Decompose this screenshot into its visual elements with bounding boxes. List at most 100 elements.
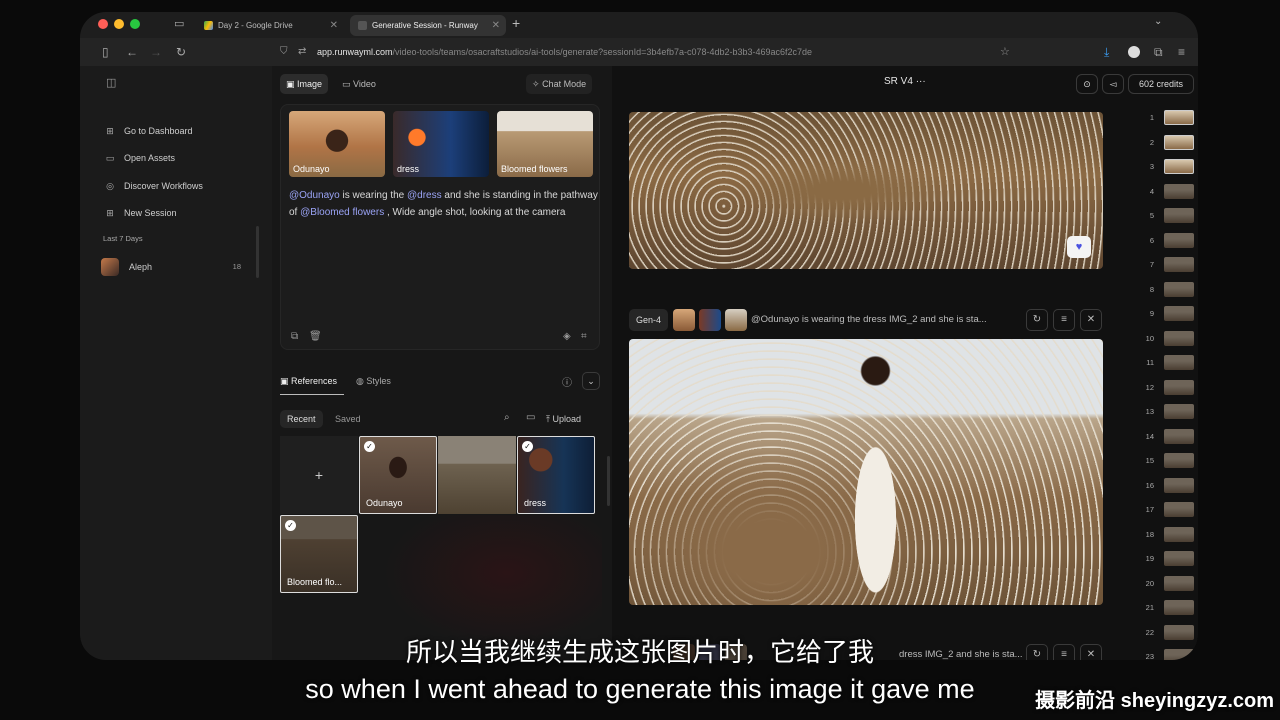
reference-item[interactable] [438,436,516,514]
filmstrip-thumb[interactable] [1164,428,1194,444]
search-icon[interactable]: ⌕ [504,412,510,423]
tab-saved[interactable]: Saved [328,410,368,428]
close-window-button[interactable] [98,19,108,29]
filmstrip-thumb[interactable] [1164,600,1194,615]
close-tab-icon[interactable]: ✕ [330,15,338,36]
filmstrip-thumb[interactable] [1164,208,1194,223]
profile-avatar[interactable] [1128,46,1140,58]
chevron-down-icon[interactable]: ⌄ [1154,16,1162,27]
back-icon[interactable]: ← [126,45,138,59]
filmstrip-thumb[interactable] [1164,281,1194,297]
tab-video[interactable]: ▭ Video [336,74,382,94]
sidebar-item-assets[interactable]: ▭ Open Assets [104,149,175,167]
copy-icon[interactable]: ⧉ [291,331,298,342]
site-settings-icon[interactable]: ⇄ [298,41,306,63]
extensions-icon[interactable]: ⧉ [1154,45,1163,59]
prompt-box[interactable]: Odunayo dress Bloomed flowers @Odunayo i… [280,104,600,350]
rerun-button[interactable]: ↻ [1026,309,1048,331]
folder-icon[interactable]: ▭ [526,412,535,423]
info-icon[interactable]: ⓘ [562,374,572,389]
dismiss-button[interactable]: ✕ [1080,309,1102,331]
generated-image[interactable] [629,339,1103,605]
filmstrip-thumb[interactable] [1164,159,1194,174]
feedback-button[interactable]: ⊙ [1076,74,1098,94]
sidebar-toggle-icon[interactable]: ▯ [102,45,109,59]
filmstrip-thumb[interactable] [1164,379,1194,395]
tab-recent[interactable]: Recent [280,410,323,428]
address-bar[interactable]: ⛉ ⇄ app.runwayml.com/video-tools/teams/o… [280,41,1010,63]
check-icon[interactable]: ✓ [522,441,533,452]
sidebar-item-dashboard[interactable]: ⊞ Go to Dashboard [104,122,192,140]
filmstrip-thumb[interactable] [1164,453,1194,468]
filmstrip-thumb[interactable] [1164,477,1194,493]
more-icon[interactable]: ··· [916,76,926,87]
check-icon[interactable]: ✓ [285,520,296,531]
generated-image[interactable]: ♥ [629,112,1103,269]
filmstrip-thumb[interactable] [1164,502,1194,517]
chat-mode-button[interactable]: ✧ Chat Mode [526,74,593,94]
announcements-button[interactable]: ◅ [1102,74,1124,94]
mention-tag[interactable]: @dress [407,190,442,201]
reference-item[interactable]: ✓ Odunayo [359,436,437,514]
tab-overview-icon[interactable]: ▭ [174,17,184,30]
tab-runway[interactable]: Generative Session - Runway ✕ [350,15,506,36]
panel-scrollbar[interactable] [607,456,610,506]
forward-icon[interactable]: → [150,45,162,59]
filmstrip-thumb[interactable] [1164,257,1194,272]
reference-thumb[interactable] [699,309,721,331]
bookmark-star-icon[interactable]: ☆ [1000,41,1010,63]
filmstrip-thumb[interactable] [1164,526,1194,542]
model-selector[interactable]: SR V4 ··· [884,66,926,98]
tab-references[interactable]: ▣ References [280,372,337,390]
sidebar-scrollbar[interactable] [256,226,259,278]
collapse-sidebar-icon[interactable]: ◫ [106,76,116,89]
menu-icon[interactable]: ≡ [1178,45,1185,59]
filmstrip-thumb[interactable] [1164,306,1194,321]
reference-thumb[interactable]: Bloomed flowers [497,111,593,177]
mention-tag[interactable]: @Odunayo [289,190,340,201]
filmstrip-thumb[interactable] [1164,110,1194,125]
reference-item[interactable]: ✓ Bloomed flo... [280,515,358,593]
favorite-heart-icon[interactable]: ♥ [1067,236,1091,258]
filmstrip-number: 8 [1149,284,1154,294]
reference-thumb[interactable]: Odunayo [289,111,385,177]
sidebar-item-workflows[interactable]: ◎ Discover Workflows [104,177,203,195]
shield-icon[interactable]: ⛉ [280,41,288,63]
upload-button[interactable]: ⤒ Upload [546,410,581,428]
downloads-icon[interactable]: ⤓ [1104,45,1109,59]
details-button[interactable]: ≡ [1053,309,1075,331]
credits-badge[interactable]: 602 credits [1128,74,1194,94]
filmstrip-thumb[interactable] [1164,330,1194,346]
filmstrip-thumb[interactable] [1164,232,1194,248]
filmstrip-thumb[interactable] [1164,183,1194,199]
filmstrip-thumb[interactable] [1164,551,1194,566]
trash-icon[interactable]: 🗑 [309,331,322,342]
close-tab-icon[interactable]: ✕ [492,15,500,36]
reference-thumb[interactable] [725,309,747,331]
reload-icon[interactable]: ↻ [176,45,186,59]
session-item-aleph[interactable]: Aleph 18 [101,258,241,276]
filmstrip-thumb[interactable] [1164,134,1194,150]
filmstrip-thumb[interactable] [1164,575,1194,591]
prompt-text[interactable]: @Odunayo is wearing the @dress and she i… [289,187,599,221]
tab-styles[interactable]: ◍ Styles [356,372,391,390]
minimize-window-button[interactable] [114,19,124,29]
add-reference-button[interactable]: + [280,436,358,514]
sidebar-item-new-session[interactable]: ⊞ New Session [104,204,176,222]
filmstrip-thumb[interactable] [1164,404,1194,419]
filmstrip-thumb[interactable] [1164,355,1194,370]
reference-item[interactable]: ✓ dress [517,436,595,514]
layers-icon[interactable]: ◈ [563,331,571,342]
tab-google-drive[interactable]: Day 2 - Google Drive ✕ [196,15,344,36]
generation-prompt[interactable]: @Odunayo is wearing the dress IMG_2 and … [751,309,987,331]
chevron-down-icon[interactable]: ⌄ [582,372,600,390]
reference-thumb[interactable]: dress [393,111,489,177]
focus-icon[interactable]: ⌗ [581,331,587,342]
reference-thumb[interactable] [673,309,695,331]
check-icon[interactable]: ✓ [364,441,375,452]
mention-tag[interactable]: @Bloomed flowers [300,207,384,218]
new-tab-icon[interactable]: + [512,15,520,31]
tab-image[interactable]: ▣ Image [280,74,329,94]
zoom-window-button[interactable] [130,19,140,29]
plus-square-icon: ⊞ [106,208,114,218]
